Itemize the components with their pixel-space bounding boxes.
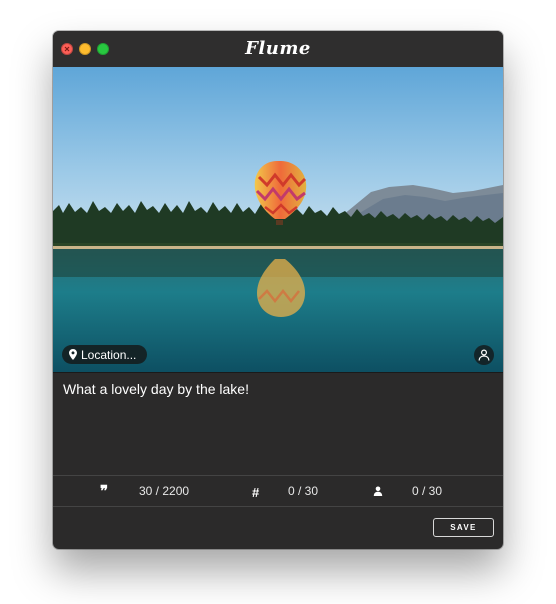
save-button[interactable]: SAVE: [433, 518, 494, 537]
caption-input[interactable]: What a lovely day by the lake!: [63, 381, 493, 471]
counters-bar: ❞ 30 / 2200 # 0 / 30 0 / 30: [53, 475, 503, 507]
mention-user-icon: [373, 486, 383, 496]
app-logo: Flume: [245, 38, 311, 59]
lake-balloon-image: [53, 67, 503, 373]
character-count: 30 / 2200: [139, 484, 190, 498]
location-button[interactable]: Location...: [62, 345, 148, 364]
location-pin-icon: [69, 349, 77, 360]
app-window: Flume Location... What a lovely day by t…: [53, 31, 503, 549]
tag-people-button[interactable]: [474, 345, 494, 365]
hashtag-icon: #: [252, 485, 260, 500]
hashtag-count: 0 / 30: [288, 484, 319, 498]
mention-count: 0 / 30: [412, 484, 443, 498]
post-photo[interactable]: [53, 67, 503, 373]
quote-icon: ❞: [100, 483, 109, 500]
user-icon: [478, 349, 490, 361]
location-label: Location...: [81, 347, 137, 362]
title-bar[interactable]: Flume: [53, 31, 503, 68]
